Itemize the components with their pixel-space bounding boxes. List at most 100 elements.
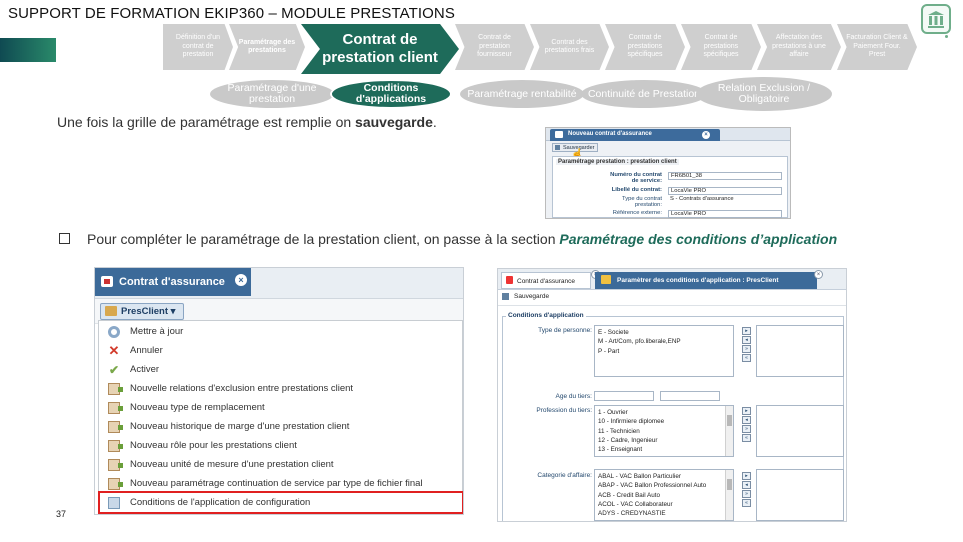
save-icon — [502, 293, 509, 300]
save-button[interactable]: Sauvegarde — [502, 293, 549, 300]
settings-icon — [601, 275, 611, 284]
tab-contrat[interactable]: Contrat d'assurance — [501, 272, 591, 289]
s1-section-title: Paramétrage prestation : prestation clie… — [556, 159, 679, 165]
menu-item[interactable]: Nouveau historique de marge d'une presta… — [99, 418, 462, 437]
profession-selected[interactable] — [756, 405, 844, 457]
arrow-right-icon[interactable]: ▸ — [742, 472, 751, 480]
bullet-emphasis: Paramétrage des conditions d’application — [559, 231, 838, 247]
option[interactable]: ABAL - VAC Ballon Particulier — [598, 472, 730, 481]
field-value[interactable]: FR6B01_38 — [668, 172, 782, 180]
intro-paragraph: Une fois la grille de paramétrage est re… — [57, 114, 437, 130]
substep-continuite: Continuité de Prestation — [581, 80, 707, 108]
arrow-right-icon[interactable]: ▸ — [742, 327, 751, 335]
arrow-left-all-icon[interactable]: « — [742, 499, 751, 507]
option[interactable]: E - Societe — [598, 328, 730, 337]
arrow-right-all-icon[interactable]: » — [742, 345, 751, 353]
s2-tabbar: Contrat d'assurance × — [95, 268, 463, 299]
s1-tab[interactable]: Nouveau contrat d'assurance × — [550, 129, 720, 141]
save-label: Sauvegarde — [514, 293, 550, 300]
menu-item[interactable]: Nouveau unité de mesure d'une prestation… — [99, 456, 462, 475]
categorie-selected[interactable] — [756, 469, 844, 521]
substep-parametrage: Paramétrage d'une prestation — [210, 80, 334, 108]
option[interactable]: 1 - Ouvrier — [598, 408, 730, 417]
s1-row: Type du contrat prestation: S - Contrats… — [556, 196, 782, 208]
menu-item[interactable]: Mettre à jour — [99, 323, 462, 342]
option[interactable]: ACB - Credit Bail Auto — [598, 491, 730, 500]
substep-relation: Relation Exclusion / Obligatoire — [696, 77, 832, 111]
transfer-arrows: ▸ ◂ » « — [742, 407, 751, 443]
highlight-box — [98, 491, 463, 514]
menu-item[interactable]: Nouvelle relations d'exclusion entre pre… — [99, 380, 462, 399]
menu-screenshot: Contrat d'assurance × PresClient ▾ Mettr… — [94, 267, 464, 515]
age-min-input[interactable] — [594, 391, 654, 401]
checkbox-bullet-icon — [59, 233, 70, 244]
field-value[interactable]: LocaVie PRO — [668, 187, 782, 195]
arrow-left-icon[interactable]: ◂ — [742, 336, 751, 344]
s2-tab[interactable]: Contrat d'assurance × — [95, 268, 251, 296]
categorie-list[interactable]: ABAL - VAC Ballon Particulier ABAP - VAC… — [594, 469, 734, 521]
arrow-left-icon[interactable]: ◂ — [742, 481, 751, 489]
s1-row: Numéro du contrat de service: FR6B01_38 — [556, 172, 782, 184]
intro-bold: sauvegarde — [355, 114, 433, 130]
menu-item-label: Annuler — [130, 345, 163, 356]
tab-parametrer-conditions[interactable]: Paramètrer des conditions d'application … — [595, 272, 817, 289]
field-label: Libellé du contrat: — [611, 187, 662, 193]
type-personne-list[interactable]: E - Societe M - Art/Com, pfo.liberale,EN… — [594, 325, 734, 377]
type-personne-label: Type de personne: — [538, 327, 592, 334]
field-value: S - Contrats d'assurance — [670, 196, 734, 202]
arrow-right-icon[interactable]: ▸ — [742, 407, 751, 415]
close-icon[interactable]: × — [702, 131, 710, 139]
menu-item[interactable]: ✕ Annuler — [99, 342, 462, 361]
option[interactable]: ADYS - CREDYNASTIE — [598, 509, 730, 518]
menu-item[interactable]: Nouveau type de remplacement — [99, 399, 462, 418]
refresh-icon — [108, 326, 120, 338]
arrow-right-all-icon[interactable]: » — [742, 490, 751, 498]
menu-item-label: Nouveau unité de mesure d'une prestation… — [130, 459, 334, 470]
accent-bar — [0, 38, 56, 62]
age-max-input[interactable] — [660, 391, 720, 401]
close-icon[interactable]: × — [814, 270, 823, 279]
check-icon: ✔ — [108, 363, 120, 377]
substep-rentabilite: Paramétrage rentabilité — [460, 80, 584, 108]
close-icon[interactable]: × — [235, 274, 247, 286]
page-number: 37 — [56, 509, 67, 519]
option[interactable]: ABAP - VAC Ballon Professionnel Auto — [598, 481, 730, 490]
arrow-right-all-icon[interactable]: » — [742, 425, 751, 433]
tab-parametrer-label: Paramètrer des conditions d'application … — [617, 277, 779, 284]
arrow-left-all-icon[interactable]: « — [742, 434, 751, 442]
scrollbar[interactable] — [725, 470, 733, 520]
new-icon — [108, 421, 123, 433]
transfer-arrows: ▸ ◂ » « — [742, 472, 751, 508]
profession-list[interactable]: 1 - Ouvrier 10 - Infirmiere diplomee 11 … — [594, 405, 734, 457]
arrow-left-icon[interactable]: ◂ — [742, 416, 751, 424]
field-label: Référence externe: — [612, 210, 662, 216]
menu-item[interactable]: Nouveau rôle pour les prestations client — [99, 437, 462, 456]
option[interactable]: ACOL - VAC Collaborateur — [598, 500, 730, 509]
page-title: SUPPORT DE FORMATION EKIP360 – MODULE PR… — [8, 5, 455, 22]
arrow-left-all-icon[interactable]: « — [742, 354, 751, 362]
save-icon — [555, 145, 560, 150]
s1-tabbar: Nouveau contrat d'assurance × — [546, 128, 790, 141]
step-contrat-specifiques-1: Contrat de prestations spécifiques — [605, 24, 685, 70]
categorie-label: Categorie d'affaire: — [537, 472, 592, 479]
scrollbar[interactable] — [725, 406, 733, 456]
option[interactable]: M - Art/Com, pfo.liberale,ENP — [598, 337, 730, 346]
option[interactable]: 10 - Infirmiere diplomee — [598, 417, 730, 426]
menu-item[interactable]: ✔ Activer — [99, 361, 462, 380]
type-personne-selected[interactable] — [756, 325, 844, 377]
conditions-title: Conditions d'application — [506, 312, 586, 319]
conditions-screenshot: Contrat d'assurance × Paramètrer des con… — [497, 268, 847, 522]
option[interactable]: 12 - Cadre, Ingenieur — [598, 436, 730, 445]
contract-icon — [506, 276, 513, 284]
bullet-prefix: Pour compléter le paramétrage de la pres… — [87, 231, 560, 247]
option[interactable]: P - Part — [598, 347, 730, 356]
presclient-dropdown[interactable]: PresClient ▾ — [100, 303, 184, 320]
menu-item-label: Nouvelle relations d'exclusion entre pre… — [130, 383, 354, 394]
option[interactable]: 13 - Enseignant — [598, 445, 730, 454]
menu-item-label: Nouveau paramétrage continuation de serv… — [130, 478, 423, 489]
field-value[interactable]: LocaVie PRO — [668, 210, 782, 218]
s1-toolbar: Sauvegarder ☝ — [546, 141, 790, 160]
contract-icon — [555, 131, 563, 138]
s1-tab-title: Nouveau contrat d'assurance — [568, 131, 652, 137]
option[interactable]: 11 - Technicien — [598, 427, 730, 436]
